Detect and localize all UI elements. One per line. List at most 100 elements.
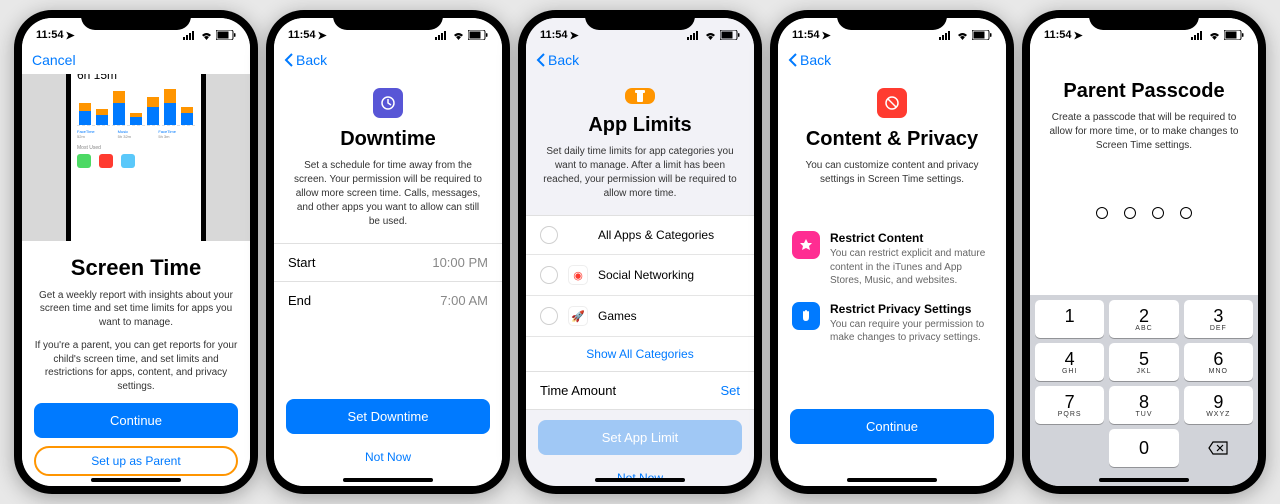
time-amount-row[interactable]: Time Amount Set xyxy=(526,371,754,410)
description: Set daily time limits for app categories… xyxy=(526,145,754,201)
radio-button[interactable] xyxy=(540,307,558,325)
end-time-row[interactable]: End 7:00 AM xyxy=(274,282,502,319)
set-downtime-button[interactable]: Set Downtime xyxy=(286,399,490,434)
screen-3: 11:54➤ Back App Limits Set daily time li… xyxy=(526,18,754,486)
notch xyxy=(585,10,695,30)
key-3[interactable]: 3DEF xyxy=(1184,300,1253,338)
page-title: Content & Privacy xyxy=(778,128,1006,151)
wifi-icon xyxy=(452,31,465,40)
key-0[interactable]: 0 xyxy=(1109,429,1178,467)
wifi-icon xyxy=(1208,31,1221,40)
description-2: If you're a parent, you can get reports … xyxy=(34,339,238,393)
wifi-icon xyxy=(200,31,213,40)
page-title: App Limits xyxy=(526,114,754,137)
signal-icon xyxy=(183,31,197,40)
not-now-button[interactable]: Not Now xyxy=(538,463,742,486)
home-indicator[interactable] xyxy=(1099,478,1189,482)
start-label: Start xyxy=(288,255,315,270)
page-title: Downtime xyxy=(274,128,502,151)
star-icon xyxy=(792,231,820,259)
facetime-icon xyxy=(77,154,91,168)
home-indicator[interactable] xyxy=(343,478,433,482)
category-games[interactable]: 🚀 Games xyxy=(526,296,754,337)
category-social[interactable]: ◉ Social Networking xyxy=(526,255,754,296)
location-icon: ➤ xyxy=(822,29,831,42)
signal-icon xyxy=(435,31,449,40)
key-2[interactable]: 2ABC xyxy=(1109,300,1178,338)
feature-desc: You can restrict explicit and mature con… xyxy=(830,247,992,288)
start-value: 10:00 PM xyxy=(432,255,488,270)
description: You can customize content and privacy se… xyxy=(778,159,1006,187)
battery-icon xyxy=(972,30,992,40)
key-7[interactable]: 7PQRS xyxy=(1035,386,1104,424)
phone-3: 11:54➤ Back App Limits Set daily time li… xyxy=(518,10,762,494)
notch xyxy=(333,10,443,30)
setup-parent-button[interactable]: Set up as Parent xyxy=(34,446,238,476)
notch xyxy=(1089,10,1199,30)
key-8[interactable]: 8TUV xyxy=(1109,386,1178,424)
battery-icon xyxy=(720,30,740,40)
key-5[interactable]: 5JKL xyxy=(1109,343,1178,381)
back-button[interactable]: Back xyxy=(284,52,327,68)
phone-1: 11:54 ➤ Cancel SCREEN TIME xyxy=(14,10,258,494)
time-amount-label: Time Amount xyxy=(540,383,616,398)
battery-icon xyxy=(1224,30,1244,40)
phone-2: 11:54➤ Back Downtime Set a schedule for … xyxy=(266,10,510,494)
key-9[interactable]: 9WXYZ xyxy=(1184,386,1253,424)
home-indicator[interactable] xyxy=(847,478,937,482)
start-time-row[interactable]: Start 10:00 PM xyxy=(274,244,502,282)
back-button[interactable]: Back xyxy=(788,52,831,68)
set-link[interactable]: Set xyxy=(720,383,740,398)
key-4[interactable]: 4GHI xyxy=(1035,343,1104,381)
status-time: 11:54 xyxy=(36,29,64,41)
music-icon xyxy=(99,154,113,168)
cancel-button[interactable]: Cancel xyxy=(32,52,76,68)
passcode-dot xyxy=(1152,207,1164,219)
nav-bar xyxy=(1030,46,1258,74)
nav-bar: Back xyxy=(526,46,754,74)
nav-bar: Cancel xyxy=(22,46,250,74)
nav-bar: Back xyxy=(778,46,1006,74)
mini-phone: SCREEN TIME Daily Average 6h 15m xyxy=(66,74,206,241)
delete-icon xyxy=(1208,441,1228,455)
passcode-dot xyxy=(1124,207,1136,219)
radio-button[interactable] xyxy=(540,266,558,284)
social-icon: ◉ xyxy=(568,265,588,285)
feature-desc: You can require your permission to make … xyxy=(830,318,992,345)
battery-icon xyxy=(468,30,488,40)
key-1[interactable]: 1 xyxy=(1035,300,1104,338)
end-label: End xyxy=(288,293,311,308)
home-indicator[interactable] xyxy=(91,478,181,482)
restrict-privacy-feature: Restrict Privacy Settings You can requir… xyxy=(778,302,1006,345)
set-app-limit-button[interactable]: Set App Limit xyxy=(538,420,742,455)
back-button[interactable]: Back xyxy=(536,52,579,68)
not-now-button[interactable]: Not Now xyxy=(286,442,490,472)
signal-icon xyxy=(1191,31,1205,40)
info-sheet: Screen Time Get a weekly report with ins… xyxy=(22,241,250,487)
location-icon: ➤ xyxy=(1074,29,1083,42)
continue-button[interactable]: Continue xyxy=(790,409,994,444)
feature-title: Restrict Content xyxy=(830,231,992,245)
content-privacy-icon xyxy=(877,88,907,118)
passcode-dot xyxy=(1096,207,1108,219)
chevron-left-icon xyxy=(284,53,294,67)
games-icon: 🚀 xyxy=(568,306,588,326)
continue-button[interactable]: Continue xyxy=(34,403,238,438)
key-delete[interactable] xyxy=(1184,429,1253,467)
location-icon: ➤ xyxy=(318,29,327,42)
wifi-icon xyxy=(956,31,969,40)
nav-bar: Back xyxy=(274,46,502,74)
passcode-dots xyxy=(1030,207,1258,219)
home-indicator[interactable] xyxy=(595,478,685,482)
chevron-left-icon xyxy=(536,53,546,67)
wifi-icon xyxy=(704,31,717,40)
show-all-button[interactable]: Show All Categories xyxy=(526,337,754,371)
page-title: Screen Time xyxy=(34,255,238,281)
category-all[interactable]: All Apps & Categories xyxy=(526,216,754,255)
location-icon: ➤ xyxy=(66,29,75,42)
applimits-icon xyxy=(625,88,655,104)
phone-5: 11:54➤ Parent Passcode Create a passcode… xyxy=(1022,10,1266,494)
key-6[interactable]: 6MNO xyxy=(1184,343,1253,381)
radio-button[interactable] xyxy=(540,226,558,244)
hero-illustration: SCREEN TIME Daily Average 6h 15m xyxy=(22,74,250,241)
